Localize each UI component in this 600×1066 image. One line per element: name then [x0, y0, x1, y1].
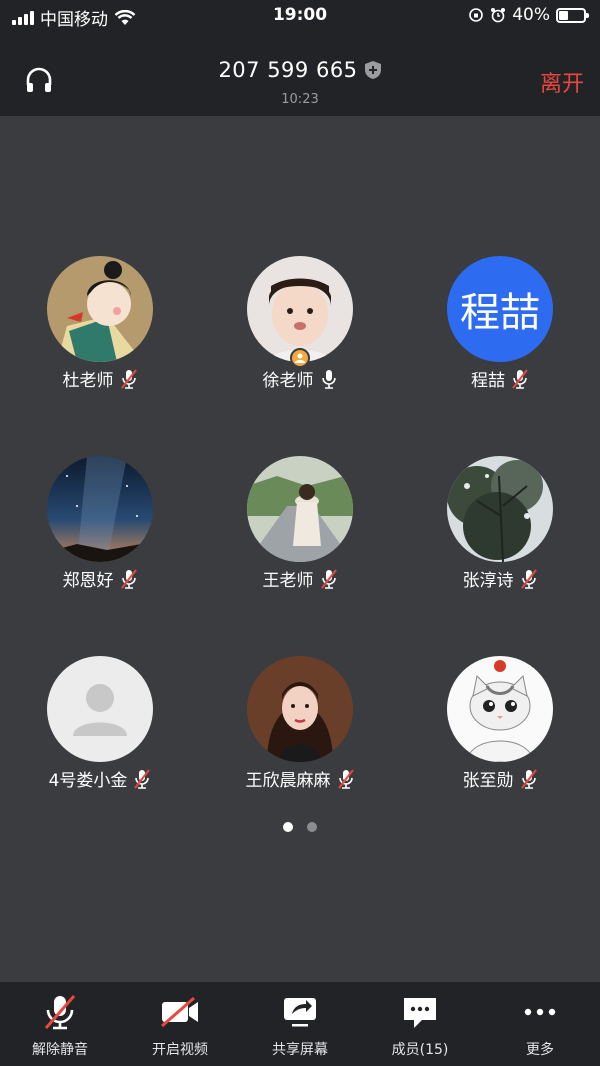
- cartoon-girl-avatar-icon: [47, 256, 153, 362]
- avatar: [447, 456, 553, 562]
- participant-name: 郑恩好: [62, 571, 114, 591]
- participant-name: 张淳诗: [462, 571, 514, 591]
- mic-muted-icon: [320, 568, 337, 589]
- participant-tile[interactable]: 4号娄小金: [0, 656, 200, 806]
- shield-icon: [364, 61, 381, 79]
- mic-muted-icon: [520, 568, 537, 589]
- child-photo-avatar-icon: [247, 256, 353, 362]
- avatar-initials: 程喆: [447, 256, 553, 362]
- more-dots-icon: [524, 1008, 556, 1016]
- leave-button[interactable]: 离开: [540, 66, 584, 98]
- participant-name: 程喆: [471, 371, 505, 391]
- cat-drawing-avatar-icon: [447, 656, 553, 762]
- battery-icon: [556, 7, 589, 23]
- tree-photo-avatar-icon: [447, 456, 553, 562]
- participant-tile[interactable]: 徐老师: [200, 256, 400, 406]
- status-bar: 中国移动 19:00 40%: [0, 0, 600, 32]
- mic-muted-icon: [120, 568, 137, 589]
- participant-tile[interactable]: 张至勋: [400, 656, 600, 806]
- top-bar: 中国移动 19:00 40% 207 599 665 10:23 离开: [0, 0, 600, 116]
- more-button[interactable]: 更多: [480, 982, 600, 1066]
- mic-muted-icon: [520, 768, 537, 789]
- mic-on-icon: [321, 369, 336, 389]
- meeting-id-text: 207 599 665: [218, 58, 358, 82]
- participant-name: 王老师: [262, 571, 314, 591]
- avatar: [247, 256, 353, 362]
- unmute-label: 解除静音: [32, 1042, 88, 1058]
- participant-tile[interactable]: 王欣晨麻麻: [200, 656, 400, 806]
- mic-muted-icon: [337, 768, 354, 789]
- participant-tile[interactable]: 程喆 程喆: [400, 256, 600, 406]
- share-screen-icon: [284, 998, 316, 1027]
- road-photo-avatar-icon: [247, 456, 353, 562]
- members-label: 成员(15): [391, 1042, 449, 1058]
- share-screen-label: 共享屏幕: [272, 1042, 328, 1058]
- members-button[interactable]: 成员(15): [360, 982, 480, 1066]
- start-video-label: 开启视频: [152, 1042, 208, 1058]
- participant-tile[interactable]: 王老师: [200, 456, 400, 606]
- participant-tile[interactable]: 张淳诗: [400, 456, 600, 606]
- mic-muted-icon: [44, 995, 76, 1030]
- night-sky-avatar-icon: [47, 456, 153, 562]
- unmute-button[interactable]: 解除静音: [0, 982, 120, 1066]
- avatar: [47, 456, 153, 562]
- participant-name: 4号娄小金: [48, 771, 128, 791]
- participant-tile[interactable]: 杜老师: [0, 256, 200, 406]
- bottom-toolbar: 解除静音 开启视频 共享屏幕 成员(15) 更多: [0, 982, 600, 1066]
- mic-muted-icon: [120, 368, 137, 389]
- participant-name: 王欣晨麻麻: [245, 771, 331, 791]
- avatar: [47, 256, 153, 362]
- orientation-lock-icon: [469, 8, 484, 22]
- mic-muted-icon: [512, 368, 528, 389]
- video-off-icon: [161, 996, 198, 1028]
- more-label: 更多: [526, 1042, 554, 1058]
- start-video-button[interactable]: 开启视频: [120, 982, 240, 1066]
- avatar: [447, 656, 553, 762]
- participant-name: 张至勋: [462, 771, 514, 791]
- alarm-icon: [491, 8, 506, 23]
- page-dot-active[interactable]: [283, 822, 293, 832]
- woman-photo-avatar-icon: [247, 656, 353, 762]
- share-screen-button[interactable]: 共享屏幕: [240, 982, 360, 1066]
- avatar: [247, 656, 353, 762]
- participant-name: 杜老师: [62, 371, 114, 391]
- participant-name: 徐老师: [262, 371, 314, 391]
- participant-tile[interactable]: 郑恩好: [0, 456, 200, 606]
- page-indicator[interactable]: [0, 822, 600, 832]
- meeting-id[interactable]: 207 599 665: [0, 58, 600, 82]
- avatar: [247, 456, 353, 562]
- avatar: 程喆: [447, 256, 553, 362]
- chat-bubble-icon: [404, 998, 436, 1028]
- meeting-duration: 10:23: [281, 92, 319, 107]
- battery-percent: 40%: [512, 5, 550, 25]
- default-person-avatar-icon: [47, 656, 153, 762]
- mic-muted-icon: [134, 768, 151, 789]
- meeting-header: 207 599 665 10:23 离开: [0, 40, 600, 116]
- avatar: [47, 656, 153, 762]
- page-dot[interactable]: [307, 822, 317, 832]
- host-badge-icon: [290, 348, 310, 368]
